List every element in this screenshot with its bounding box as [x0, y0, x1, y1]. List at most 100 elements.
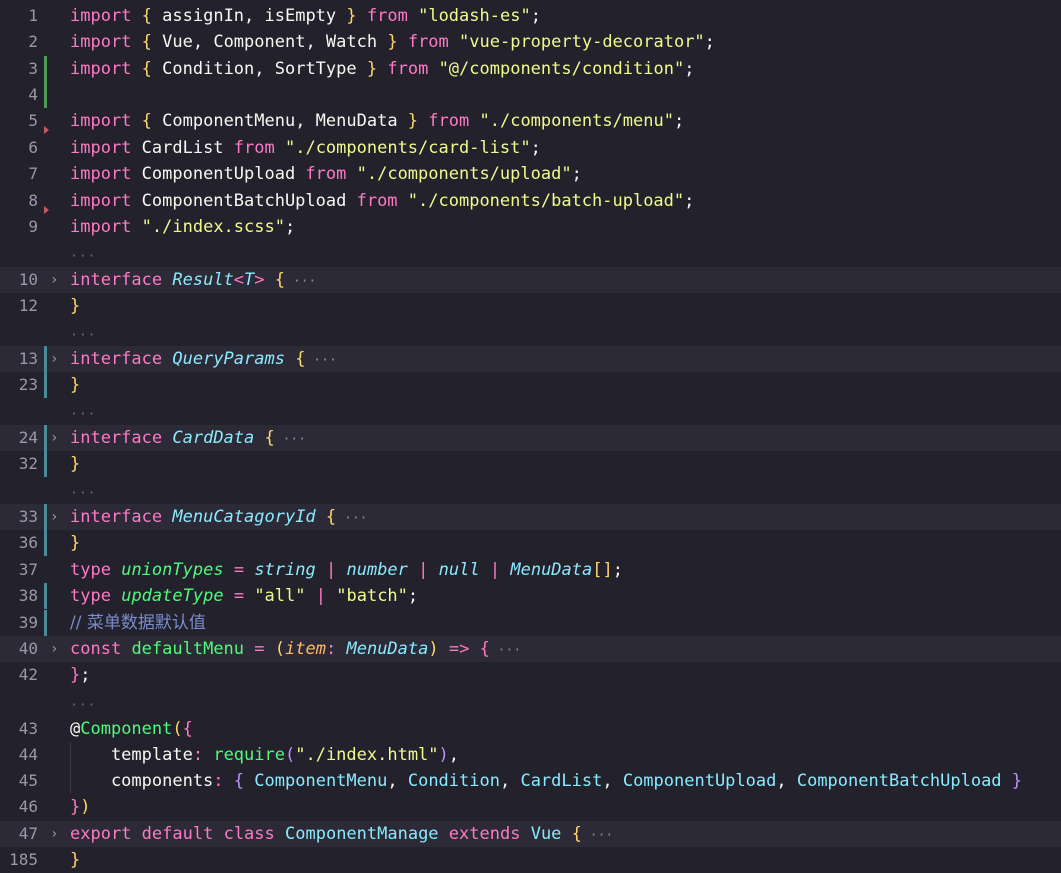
code-text[interactable]: import "./index.scss";	[70, 214, 295, 240]
code-line[interactable]: 10 › interface Result<T> { ···	[0, 267, 1061, 293]
code-line[interactable]: 37 type unionTypes = string | number | nu…	[0, 557, 1061, 583]
code-text[interactable]: components: { ComponentMenu, Condition, …	[70, 768, 1022, 794]
fold-chevron-icon[interactable]: ›	[50, 425, 64, 451]
git-change-marker[interactable]	[44, 504, 47, 530]
code-token: ···	[274, 432, 307, 447]
fold-chevron-icon[interactable]: ›	[50, 267, 64, 293]
line-number: 45	[18, 771, 38, 790]
code-line[interactable]: 39 // 菜单数据默认值	[0, 610, 1061, 636]
git-change-marker[interactable]	[44, 56, 47, 82]
code-text[interactable]: @Component({	[70, 716, 193, 742]
code-token: "./components/card-list"	[284, 138, 531, 158]
code-line[interactable]: 8 import ComponentBatchUpload from "./com…	[0, 188, 1061, 214]
code-line[interactable]: 43 @Component({	[0, 716, 1061, 742]
code-line[interactable]: 33 › interface MenuCatagoryId { ···	[0, 504, 1061, 530]
line-number: 36	[18, 533, 38, 552]
code-line[interactable]: 38 type updateType = "all" | "batch";	[0, 583, 1061, 609]
git-change-marker[interactable]	[44, 346, 47, 372]
code-line[interactable]: 12}	[0, 293, 1061, 319]
code-text[interactable]: // 菜单数据默认值	[70, 610, 206, 636]
code-token: ComponentBatchUpload	[796, 771, 1002, 791]
code-text[interactable]: type updateType = "all" | "batch";	[70, 583, 418, 609]
code-line[interactable]: 185}	[0, 847, 1061, 873]
code-text[interactable]: import { Vue, Component, Watch } from "v…	[70, 29, 715, 55]
code-token: |	[489, 560, 501, 580]
fold-chevron-icon[interactable]: ›	[50, 821, 64, 847]
code-token: require	[213, 745, 285, 765]
code-token: number	[346, 560, 408, 580]
fold-chevron-icon[interactable]: ›	[50, 636, 64, 662]
code-line[interactable]: 42};	[0, 662, 1061, 688]
git-change-marker[interactable]	[44, 451, 47, 477]
code-text[interactable]: interface Result<T> { ···	[70, 267, 316, 295]
code-line[interactable]: 40 › const defaultMenu = (item: MenuData) …	[0, 636, 1061, 662]
code-text[interactable]: export default class ComponentManage ext…	[70, 821, 613, 849]
code-token: ;	[673, 111, 685, 131]
fold-chevron-icon[interactable]: ›	[50, 346, 64, 372]
code-text[interactable]: interface CardData { ···	[70, 425, 306, 453]
code-line[interactable]: 7 import ComponentUpload from "./componen…	[0, 161, 1061, 187]
code-text[interactable]: import CardList from "./components/card-…	[70, 135, 541, 161]
code-line[interactable]: 9 import "./index.scss";	[0, 214, 1061, 240]
code-token: {	[141, 111, 152, 131]
folded-region-ellipsis[interactable]: ···	[0, 698, 1061, 716]
code-text[interactable]: template: require("./index.html"),	[70, 742, 459, 768]
code-text[interactable]: }	[70, 847, 80, 873]
code-token: :	[192, 745, 204, 765]
code-text[interactable]: }	[70, 530, 80, 556]
code-text[interactable]: }	[70, 451, 80, 477]
code-line[interactable]: 47 › export default class ComponentManage …	[0, 821, 1061, 847]
code-line[interactable]: 1 import { assignIn, isEmpty } from "loda…	[0, 3, 1061, 29]
code-text[interactable]: })	[70, 794, 91, 820]
git-change-marker[interactable]	[44, 82, 47, 108]
code-line[interactable]: 24 › interface CardData { ···	[0, 425, 1061, 451]
code-text[interactable]: type unionTypes = string | number | null…	[70, 557, 623, 583]
fold-chevron-icon[interactable]: ›	[50, 504, 64, 530]
code-line[interactable]: 45 components: { ComponentMenu, Conditio…	[0, 768, 1061, 794]
code-token: ;	[684, 59, 695, 79]
git-change-marker[interactable]	[44, 610, 47, 636]
code-line[interactable]: 32}	[0, 451, 1061, 477]
code-line[interactable]: 23}	[0, 372, 1061, 398]
git-change-marker[interactable]	[44, 583, 47, 609]
code-token: }	[70, 296, 81, 316]
code-line[interactable]: 6 import CardList from "./components/card…	[0, 135, 1061, 161]
code-line[interactable]: 2 import { Vue, Component, Watch } from "…	[0, 29, 1061, 55]
code-line[interactable]: 5 import { ComponentMenu, MenuData } from…	[0, 108, 1061, 134]
code-line[interactable]: 3 import { Condition, SortType } from "@/…	[0, 56, 1061, 82]
line-number: 33	[18, 507, 38, 526]
folded-region-ellipsis[interactable]: ···	[0, 328, 1061, 346]
code-text[interactable]: }	[70, 293, 80, 319]
folded-region-ellipsis[interactable]: ···	[0, 407, 1061, 425]
code-line[interactable]: 36}	[0, 530, 1061, 556]
code-line[interactable]: 13 › interface QueryParams { ···	[0, 346, 1061, 372]
code-text[interactable]: import { ComponentMenu, MenuData } from …	[70, 108, 684, 134]
code-text[interactable]: import { assignIn, isEmpty } from "lodas…	[70, 3, 541, 29]
code-line[interactable]: 46})	[0, 794, 1061, 820]
code-text[interactable]: import { Condition, SortType } from "@/c…	[70, 56, 694, 82]
diff-deleted-marker[interactable]	[44, 206, 49, 214]
code-token: QueryParams	[172, 349, 285, 369]
code-text[interactable]: import ComponentBatchUpload from "./comp…	[70, 188, 694, 214]
code-line[interactable]: 44 template: require("./index.html"),	[0, 742, 1061, 768]
code-text[interactable]: interface MenuCatagoryId { ···	[70, 504, 367, 532]
code-line[interactable]: 4	[0, 82, 1061, 108]
code-text[interactable]: import ComponentUpload from "./component…	[70, 161, 582, 187]
folded-region-ellipsis[interactable]: ···	[0, 486, 1061, 504]
code-text[interactable]: };	[70, 662, 91, 688]
code-text[interactable]: interface QueryParams { ···	[70, 346, 337, 374]
folded-region-ellipsis[interactable]: ···	[0, 249, 1061, 267]
code-text[interactable]: }	[70, 372, 80, 398]
code-editor[interactable]: 1 import { assignIn, isEmpty } from "loda…	[0, 0, 1061, 873]
git-change-marker[interactable]	[44, 530, 47, 556]
code-token: (	[172, 719, 183, 739]
code-token: >	[254, 270, 265, 290]
diff-deleted-marker[interactable]	[44, 126, 49, 134]
git-change-marker[interactable]	[44, 372, 47, 398]
git-change-marker[interactable]	[44, 425, 47, 451]
code-token: }	[70, 454, 81, 474]
code-text[interactable]: const defaultMenu = (item: MenuData) => …	[70, 636, 521, 664]
